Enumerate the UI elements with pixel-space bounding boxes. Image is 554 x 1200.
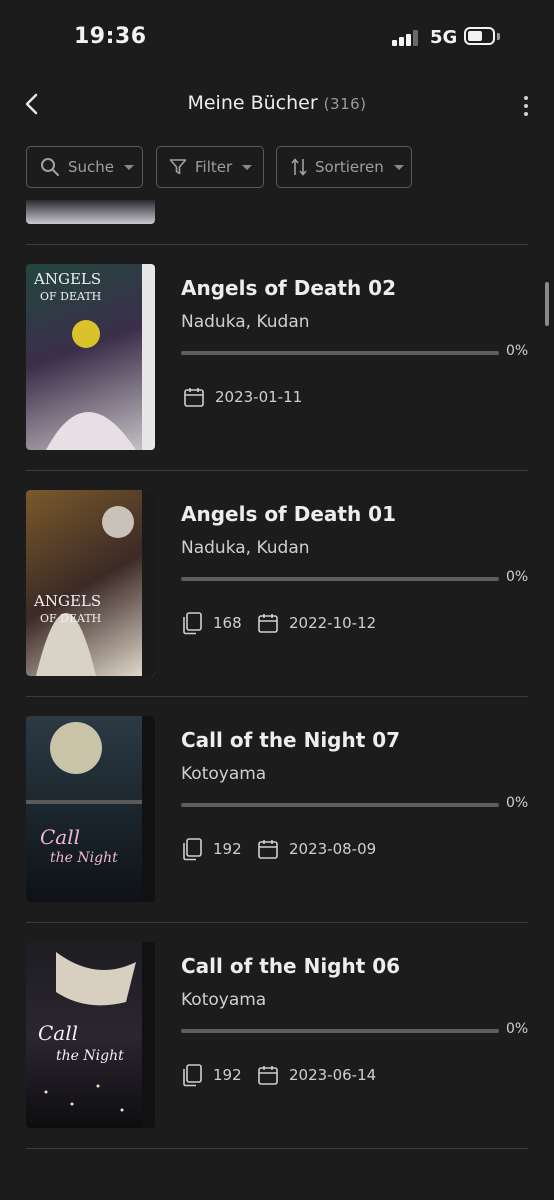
book-cover[interactable]: Call the Night	[26, 942, 155, 1128]
page-count: 192	[181, 837, 242, 861]
svg-text:the Night: the Night	[56, 1048, 124, 1064]
reading-progress-bar	[181, 577, 499, 581]
publish-date: 2023-08-09	[257, 837, 376, 861]
cover-art: Call the Night	[26, 716, 155, 902]
filter-label: Filter	[195, 158, 233, 176]
pages-icon	[183, 1064, 202, 1087]
calendar-icon	[258, 840, 278, 859]
book-author: Naduka, Kudan	[181, 312, 310, 332]
book-list-item[interactable]: Call the Night Call of the Night 06 Koto…	[26, 922, 528, 1148]
reading-progress-bar	[181, 1029, 499, 1033]
status-time: 19:36	[74, 24, 147, 49]
scrollbar[interactable]	[545, 282, 549, 326]
cover-art: Call the Night	[38, 942, 155, 1128]
search-button[interactable]: Suche	[26, 146, 143, 188]
svg-text:Call: Call	[40, 825, 80, 849]
book-cover-partial[interactable]	[26, 200, 155, 224]
chevron-down-icon	[242, 164, 253, 170]
calendar-icon	[258, 1066, 278, 1085]
book-cover[interactable]: ANGELS OF DEATH	[26, 264, 155, 450]
calendar-icon	[258, 614, 278, 633]
book-count: (316)	[323, 95, 367, 113]
svg-text:OF DEATH: OF DEATH	[40, 290, 101, 303]
sort-icon	[291, 158, 307, 176]
pages-text: 192	[213, 840, 242, 858]
book-list: ANGELS OF DEATH Angels of Death 02 Naduk…	[26, 200, 528, 1200]
search-icon	[41, 158, 59, 176]
reading-progress-bar	[181, 803, 499, 807]
progress-percent: 0%	[506, 569, 528, 585]
publish-date: 2023-01-11	[183, 385, 302, 409]
progress-percent: 0%	[506, 1021, 528, 1037]
status-bar: 19:36 5G	[0, 0, 554, 70]
header: Meine Bücher (316)	[0, 80, 554, 130]
book-author: Kotoyama	[181, 764, 267, 784]
page-count: 192	[181, 1063, 242, 1087]
chevron-down-icon	[393, 164, 404, 170]
progress-percent: 0%	[506, 343, 528, 359]
page-title: Meine Bücher	[187, 92, 318, 114]
book-list-item[interactable]: ANGELS OF DEATH Angels of Death 02 Naduk…	[26, 244, 528, 470]
battery-icon	[464, 27, 500, 47]
date-text: 2023-08-09	[289, 840, 377, 858]
filter-icon	[169, 159, 187, 175]
cover-art: ANGELS OF DEATH	[33, 264, 155, 450]
date-text: 2022-10-12	[289, 614, 377, 632]
chevron-down-icon	[124, 164, 135, 170]
list-divider	[26, 1148, 528, 1149]
cover-art: ANGELS OF DEATH	[33, 490, 155, 676]
book-author: Kotoyama	[181, 990, 267, 1010]
pages-icon	[183, 612, 202, 635]
date-text: 2023-06-14	[289, 1066, 377, 1084]
progress-percent: 0%	[506, 795, 528, 811]
book-title: Call of the Night 06	[181, 954, 401, 978]
publish-date: 2022-10-12	[257, 611, 376, 635]
calendar-icon	[184, 388, 204, 407]
book-list-item[interactable]: ANGELS OF DEATH Angels of Death 01 Naduk…	[26, 470, 528, 696]
book-list-item[interactable]: Call the Night Call of the Night 07 Koto…	[26, 696, 528, 922]
svg-text:ANGELS: ANGELS	[33, 270, 101, 288]
signal-icon	[392, 30, 420, 46]
book-cover[interactable]: ANGELS OF DEATH	[26, 490, 155, 676]
svg-text:OF DEATH: OF DEATH	[40, 612, 101, 625]
filter-button[interactable]: Filter	[156, 146, 264, 188]
book-title: Angels of Death 01	[181, 502, 396, 526]
reading-progress-bar	[181, 351, 499, 355]
network-type: 5G	[430, 27, 458, 48]
pages-icon	[183, 838, 202, 861]
pages-text: 168	[213, 614, 242, 632]
more-menu-button[interactable]	[516, 94, 536, 118]
search-label: Suche	[68, 158, 115, 176]
publish-date: 2023-06-14	[257, 1063, 376, 1087]
pages-text: 192	[213, 1066, 242, 1084]
page-title-group: Meine Bücher (316)	[0, 92, 554, 114]
sort-label: Sortieren	[315, 158, 384, 176]
book-cover[interactable]: Call the Night	[26, 716, 155, 902]
svg-text:Call: Call	[38, 1021, 78, 1045]
svg-text:ANGELS: ANGELS	[33, 592, 101, 610]
date-text: 2023-01-11	[215, 388, 303, 406]
svg-text:the Night: the Night	[50, 850, 118, 866]
more-vertical-icon	[524, 96, 528, 116]
page-count: 168	[181, 611, 242, 635]
book-title: Call of the Night 07	[181, 728, 401, 752]
book-author: Naduka, Kudan	[181, 538, 310, 558]
book-title: Angels of Death 02	[181, 276, 396, 300]
sort-button[interactable]: Sortieren	[276, 146, 412, 188]
